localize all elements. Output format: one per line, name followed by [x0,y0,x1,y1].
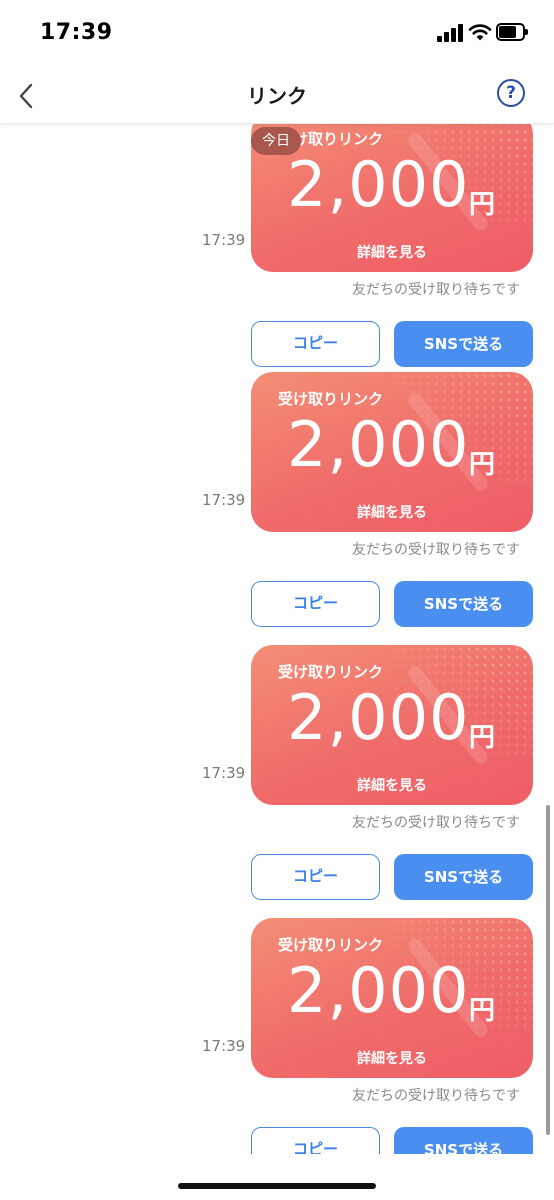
message-time: 17:39 [202,491,246,509]
view-details-link[interactable]: 詳細を見る [251,242,533,262]
message-time: 17:39 [202,231,246,249]
copy-button[interactable]: コピー [251,321,380,367]
receive-link-card[interactable]: 受け取りリンク 2,000 円 詳細を見る [251,645,533,805]
help-button[interactable]: ? [497,79,525,107]
list-item: 17:39 受け取りリンク 2,000 円 詳細を見る 今日 友だちの受け取り待… [0,124,554,385]
card-currency: 円 [469,450,496,480]
card-label: 受け取りリンク [278,390,384,408]
status-text: 友だちの受け取り待ちです [352,542,520,558]
cellular-signal-icon [437,24,463,42]
date-badge: 今日 [251,127,301,155]
copy-button[interactable]: コピー [251,1127,380,1154]
card-amount: 2,000 [287,408,470,481]
message-time: 17:39 [202,764,246,782]
card-currency: 円 [469,190,496,220]
status-text: 友だちの受け取り待ちです [352,815,520,831]
scrollbar[interactable] [546,805,550,1135]
home-indicator[interactable] [178,1183,376,1189]
copy-button[interactable]: コピー [251,854,380,900]
bottom-safe-area [0,1154,554,1200]
view-details-link[interactable]: 詳細を見る [251,775,533,795]
question-circle-icon: ? [506,83,516,103]
copy-button[interactable]: コピー [251,581,380,627]
list-item: コピー SNSで送る [0,918,554,1154]
share-sns-button[interactable]: SNSで送る [394,854,533,900]
card-amount: 2,000 [287,681,470,754]
list-item: 17:39 受け取りリンク 2,000 円 詳細を見る 友だちの受け取り待ちです… [0,372,554,645]
navigation-bar: リンク ? [0,68,554,124]
card-currency: 円 [469,723,496,753]
card-label: 受け取りリンク [278,663,384,681]
card-amount: 2,000 [287,148,470,221]
share-sns-button[interactable]: SNSで送る [394,321,533,367]
status-time: 17:39 [40,20,113,45]
page-title: リンク [247,84,307,108]
status-bar: 17:39 [0,0,554,68]
view-details-link[interactable]: 詳細を見る [251,502,533,522]
list-item: 17:39 受け取りリンク 2,000 円 詳細を見る 友だちの受け取り待ちです… [0,645,554,918]
receive-link-card[interactable]: 受け取りリンク 2,000 円 詳細を見る [251,372,533,532]
share-sns-button[interactable]: SNSで送る [394,1127,533,1154]
wifi-icon [468,24,492,41]
share-sns-button[interactable]: SNSで送る [394,581,533,627]
screen: 17:39 リンク ? 17:39 受け取りリンク 2,000 円 詳細を見る … [0,0,554,1200]
battery-icon [496,23,528,41]
status-text: 友だちの受け取り待ちです [352,282,520,298]
link-history-list[interactable]: 17:39 受け取りリンク 2,000 円 詳細を見る 今日 友だちの受け取り待… [0,124,554,1154]
